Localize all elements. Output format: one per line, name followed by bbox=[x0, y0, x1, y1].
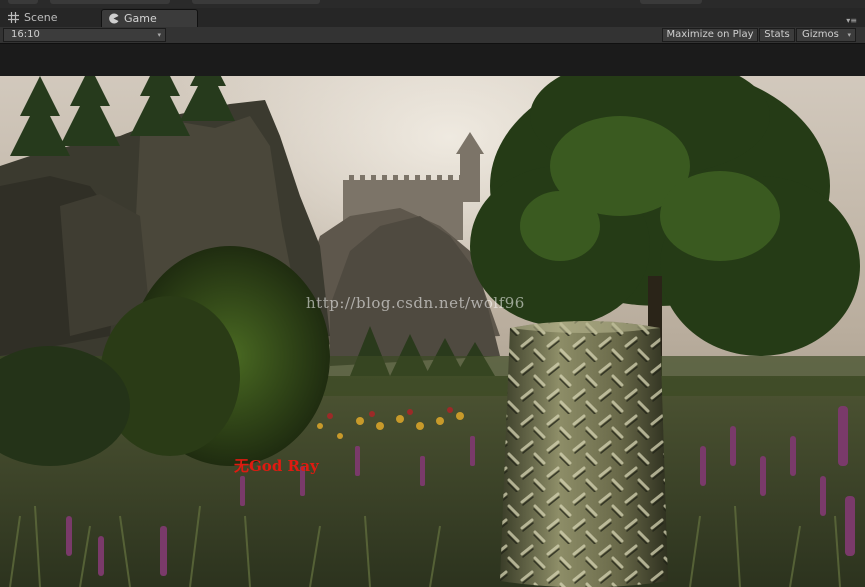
gizmos-label: Gizmos bbox=[802, 29, 839, 40]
top-strip-segment bbox=[8, 0, 38, 4]
tab-game[interactable]: Game bbox=[101, 9, 198, 27]
stats-button[interactable]: Stats bbox=[759, 28, 795, 42]
pacman-icon bbox=[109, 13, 119, 24]
god-ray-label: 无God Ray bbox=[234, 457, 319, 475]
tab-scene[interactable]: Scene bbox=[2, 9, 94, 27]
top-strip-segment bbox=[640, 0, 702, 4]
grid-icon bbox=[8, 12, 19, 23]
top-strip-segment bbox=[50, 0, 170, 4]
aspect-ratio-value: 16:10 bbox=[11, 29, 40, 40]
chevron-down-icon: ▾ bbox=[847, 31, 851, 39]
top-strip-segment bbox=[192, 0, 320, 4]
tab-bar: Scene Game ▾≡ bbox=[0, 8, 865, 28]
chevron-down-icon: ▾ bbox=[157, 31, 161, 39]
gizmos-dropdown[interactable]: Gizmos ▾ bbox=[796, 28, 856, 42]
top-strip bbox=[0, 0, 865, 8]
aspect-ratio-dropdown[interactable]: 16:10 ▾ bbox=[3, 28, 166, 42]
game-toolbar: 16:10 ▾ Maximize on Play Stats Gizmos ▾ bbox=[0, 27, 865, 44]
game-scene-render bbox=[0, 76, 865, 587]
viewport-letterbox bbox=[0, 44, 865, 76]
tab-label: Game bbox=[124, 12, 157, 25]
maximize-on-play-button[interactable]: Maximize on Play bbox=[662, 28, 758, 42]
tab-label: Scene bbox=[24, 11, 58, 24]
watermark-text: http://blog.csdn.net/wolf96 bbox=[306, 294, 525, 312]
game-viewport[interactable]: http://blog.csdn.net/wolf96 无God Ray bbox=[0, 76, 865, 587]
tab-menu-icon[interactable]: ▾≡ bbox=[846, 16, 857, 25]
